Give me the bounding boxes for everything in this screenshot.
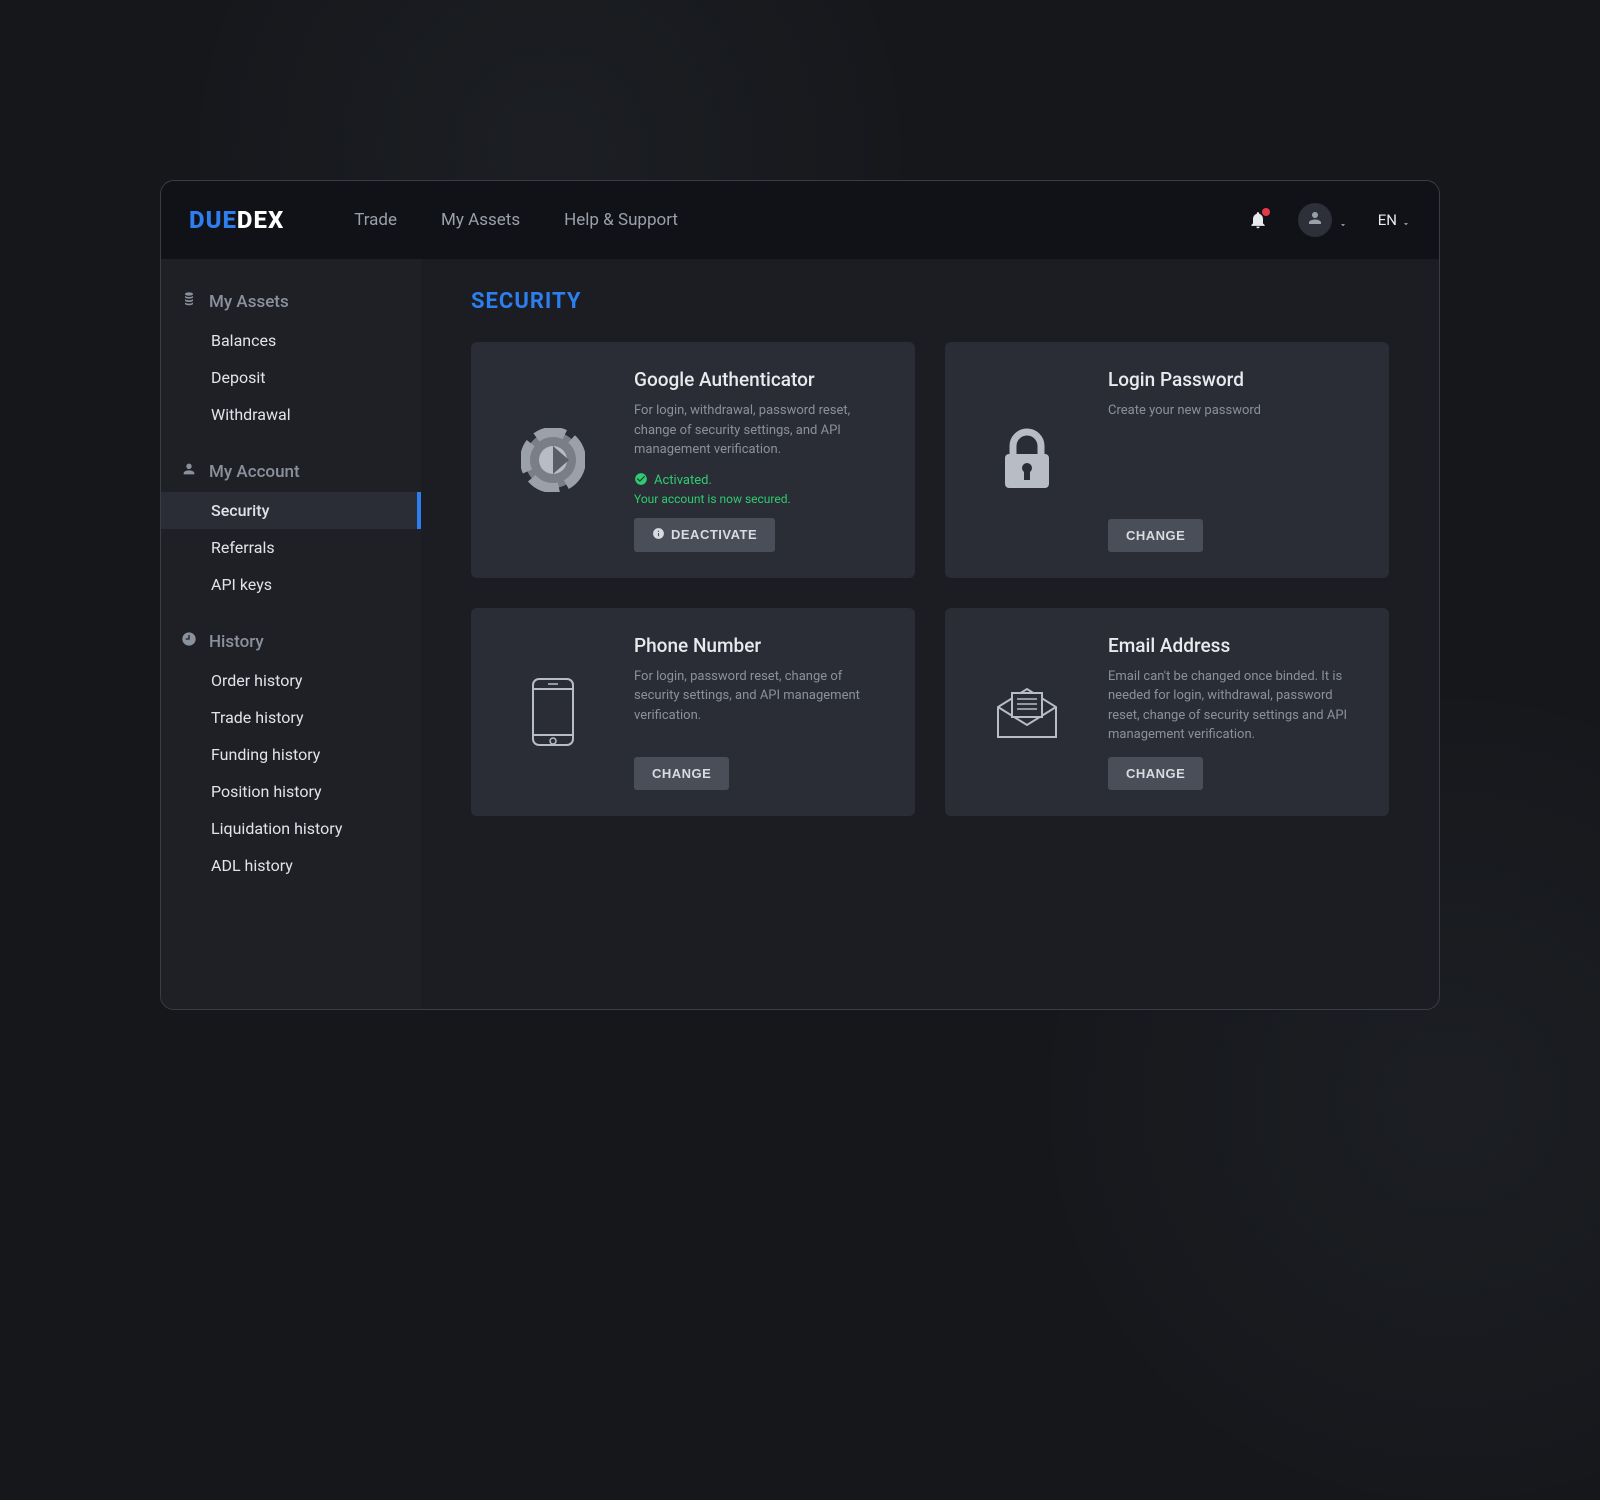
sidebar-section-account: My Account Security Referrals API keys	[161, 451, 421, 603]
deactivate-button[interactable]: DEACTIVATE	[634, 518, 775, 552]
lock-icon	[969, 368, 1084, 552]
check-circle-icon	[634, 472, 648, 490]
button-label: DEACTIVATE	[671, 527, 757, 542]
clock-icon	[181, 631, 197, 652]
sidebar-header-account: My Account	[161, 451, 421, 492]
nav-help-support[interactable]: Help & Support	[564, 210, 678, 230]
sidebar-item-order-history[interactable]: Order history	[161, 662, 421, 699]
user-icon	[1306, 209, 1324, 231]
language-label: EN	[1378, 211, 1397, 229]
sidebar-header-label: My Assets	[209, 292, 289, 312]
sidebar: My Assets Balances Deposit Withdrawal My…	[161, 259, 421, 1009]
card-status: Activated.	[634, 472, 891, 490]
notification-dot-icon	[1262, 208, 1270, 216]
sidebar-header-history: History	[161, 621, 421, 662]
security-cards: Google Authenticator For login, withdraw…	[471, 342, 1389, 816]
user-icon	[181, 461, 197, 482]
language-selector[interactable]: EN	[1378, 211, 1411, 229]
card-google-authenticator: Google Authenticator For login, withdraw…	[471, 342, 915, 578]
card-desc: For login, password reset, change of sec…	[634, 667, 891, 726]
card-title: Google Authenticator	[634, 368, 891, 391]
user-menu[interactable]	[1298, 203, 1348, 237]
sidebar-item-referrals[interactable]: Referrals	[161, 529, 421, 566]
card-desc: For login, withdrawal, password reset, c…	[634, 401, 891, 460]
change-email-button[interactable]: CHANGE	[1108, 757, 1203, 790]
card-phone-number: Phone Number For login, password reset, …	[471, 608, 915, 816]
topbar: DUEDEX Trade My Assets Help & Support EN	[161, 181, 1439, 259]
card-title: Phone Number	[634, 634, 891, 657]
authenticator-icon	[495, 368, 610, 552]
body: My Assets Balances Deposit Withdrawal My…	[161, 259, 1439, 1009]
change-password-button[interactable]: CHANGE	[1108, 519, 1203, 552]
card-body: Login Password Create your new password …	[1108, 368, 1365, 552]
nav: Trade My Assets Help & Support	[354, 210, 678, 230]
sidebar-item-security[interactable]: Security	[161, 492, 421, 529]
sidebar-item-api-keys[interactable]: API keys	[161, 566, 421, 603]
chevron-down-icon	[1401, 215, 1411, 225]
nav-trade[interactable]: Trade	[354, 210, 397, 230]
user-avatar	[1298, 203, 1332, 237]
sidebar-item-balances[interactable]: Balances	[161, 322, 421, 359]
info-icon	[652, 527, 665, 543]
notifications-button[interactable]	[1248, 210, 1268, 230]
card-status-sub: Your account is now secured.	[634, 492, 891, 506]
card-login-password: Login Password Create your new password …	[945, 342, 1389, 578]
chevron-down-icon	[1338, 215, 1348, 225]
bell-icon	[1248, 215, 1268, 234]
sidebar-item-adl-history[interactable]: ADL history	[161, 847, 421, 884]
button-label: CHANGE	[652, 766, 711, 781]
card-body: Email Address Email can't be changed onc…	[1108, 634, 1365, 790]
main: SECURITY Google Authenticator For login	[421, 259, 1439, 1009]
card-desc: Create your new password	[1108, 401, 1365, 421]
mail-icon	[969, 634, 1084, 790]
sidebar-item-funding-history[interactable]: Funding history	[161, 736, 421, 773]
app-window: DUEDEX Trade My Assets Help & Support EN	[160, 180, 1440, 1010]
sidebar-header-label: My Account	[209, 462, 300, 482]
card-email-address: Email Address Email can't be changed onc…	[945, 608, 1389, 816]
sidebar-item-withdrawal[interactable]: Withdrawal	[161, 396, 421, 433]
sidebar-item-liquidation-history[interactable]: Liquidation history	[161, 810, 421, 847]
sidebar-header-label: History	[209, 632, 264, 652]
button-label: CHANGE	[1126, 766, 1185, 781]
page-title: SECURITY	[471, 289, 1389, 314]
sidebar-section-history: History Order history Trade history Fund…	[161, 621, 421, 884]
phone-icon	[495, 634, 610, 790]
logo-part1: DUE	[189, 206, 237, 234]
status-label: Activated.	[654, 473, 712, 488]
coins-icon	[181, 291, 197, 312]
button-label: CHANGE	[1126, 528, 1185, 543]
sidebar-item-deposit[interactable]: Deposit	[161, 359, 421, 396]
change-phone-button[interactable]: CHANGE	[634, 757, 729, 790]
sidebar-section-assets: My Assets Balances Deposit Withdrawal	[161, 281, 421, 433]
logo[interactable]: DUEDEX	[189, 206, 284, 234]
sidebar-header-assets: My Assets	[161, 281, 421, 322]
card-body: Phone Number For login, password reset, …	[634, 634, 891, 790]
logo-part2: DEX	[237, 206, 284, 234]
nav-my-assets[interactable]: My Assets	[441, 210, 520, 230]
sidebar-item-trade-history[interactable]: Trade history	[161, 699, 421, 736]
card-title: Email Address	[1108, 634, 1365, 657]
topbar-right: EN	[1248, 203, 1411, 237]
sidebar-item-position-history[interactable]: Position history	[161, 773, 421, 810]
card-body: Google Authenticator For login, withdraw…	[634, 368, 891, 552]
card-desc: Email can't be changed once binded. It i…	[1108, 667, 1365, 745]
card-title: Login Password	[1108, 368, 1365, 391]
